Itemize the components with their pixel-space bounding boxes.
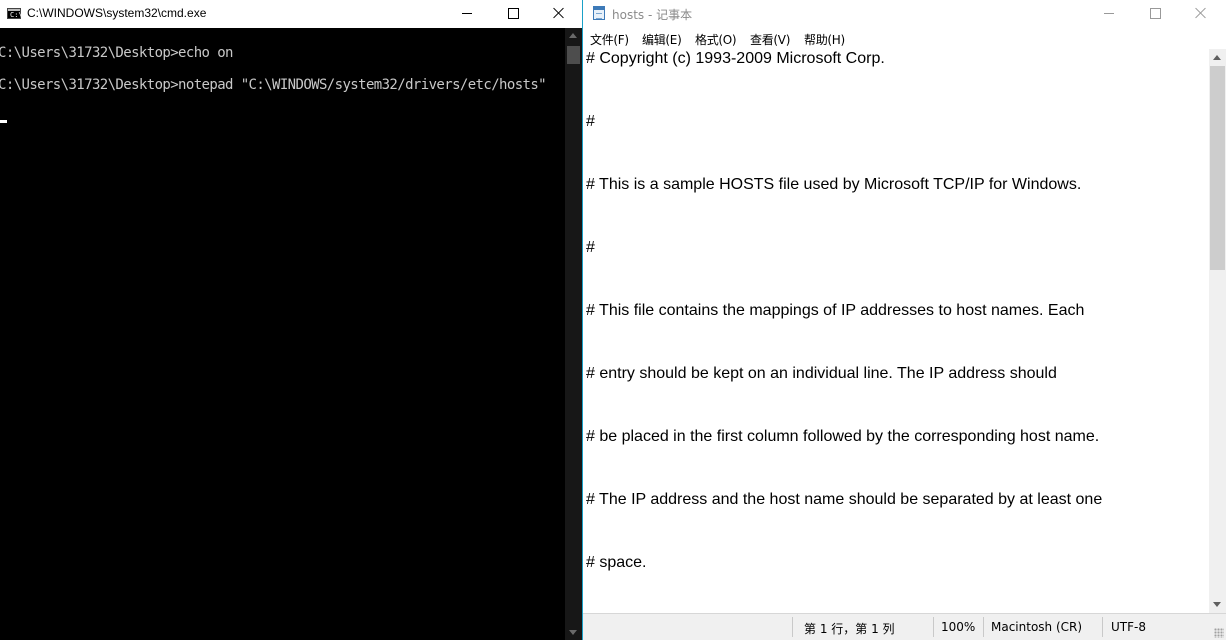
- cmd-console-output[interactable]: C:\Users\31732\Desktop>echo on C:\Users\…: [0, 28, 565, 640]
- cmd-maximize-button[interactable]: [490, 0, 536, 28]
- menu-format[interactable]: 格式(O): [695, 31, 737, 48]
- cmd-window[interactable]: C:\ C:\WINDOWS\system32\cmd.exe C:\Users…: [0, 0, 582, 640]
- status-line-ending: Macintosh (CR): [991, 620, 1083, 634]
- resize-grip-icon[interactable]: [1214, 628, 1224, 638]
- text-line: # This is a sample HOSTS file used by Mi…: [586, 176, 1082, 193]
- cmd-close-button[interactable]: [536, 0, 582, 28]
- console-line: C:\Users\31732\Desktop>notepad "C:\WINDO…: [0, 77, 547, 93]
- text-line: # be placed in the first column followed…: [586, 428, 1100, 445]
- text-line: #: [586, 113, 595, 130]
- text-line: # entry should be kept on an individual …: [586, 365, 1057, 382]
- scroll-down-icon[interactable]: [1213, 602, 1221, 607]
- statusbar-divider: [1102, 617, 1103, 637]
- text-line: # The IP address and the host name shoul…: [586, 491, 1103, 508]
- notepad-scroll-thumb[interactable]: [1210, 66, 1225, 270]
- notepad-minimize-button[interactable]: [1086, 0, 1132, 28]
- notepad-vertical-scrollbar[interactable]: [1209, 49, 1226, 613]
- notepad-statusbar: 第 1 行，第 1 列 100% Macintosh (CR) UTF-8: [583, 613, 1226, 640]
- cmd-titlebar[interactable]: C:\ C:\WINDOWS\system32\cmd.exe: [0, 0, 582, 28]
- text-line: # space.: [586, 554, 647, 571]
- text-line: # This file contains the mappings of IP …: [586, 302, 1085, 319]
- statusbar-divider: [933, 617, 934, 637]
- menu-view[interactable]: 查看(V): [750, 31, 790, 48]
- text-line: #: [586, 239, 595, 256]
- cmd-minimize-button[interactable]: [444, 0, 490, 28]
- status-cursor-position: 第 1 行，第 1 列: [804, 622, 895, 636]
- menu-file[interactable]: 文件(F): [590, 31, 629, 48]
- scroll-up-icon[interactable]: [1213, 55, 1221, 60]
- notepad-titlebar[interactable]: hosts - 记事本: [583, 0, 1226, 28]
- status-zoom: 100%: [941, 620, 976, 634]
- notepad-app-icon[interactable]: [593, 6, 605, 20]
- cmd-app-icon[interactable]: C:\: [7, 8, 23, 19]
- notepad-maximize-button[interactable]: [1132, 0, 1178, 28]
- menu-help[interactable]: 帮助(H): [804, 31, 845, 48]
- console-cursor: [0, 120, 7, 123]
- console-line: C:\Users\31732\Desktop>echo on: [0, 45, 233, 61]
- notepad-close-button[interactable]: [1178, 0, 1224, 28]
- cmd-app-icon-text: C:\: [10, 11, 23, 19]
- status-encoding: UTF-8: [1111, 620, 1146, 634]
- notepad-menubar: 文件(F) 编辑(E) 格式(O) 查看(V) 帮助(H): [583, 28, 1226, 48]
- menu-edit[interactable]: 编辑(E): [642, 31, 682, 48]
- notepad-text-area[interactable]: # Copyright (c) 1993-2009 Microsoft Corp…: [583, 49, 1209, 613]
- text-line: # Copyright (c) 1993-2009 Microsoft Corp…: [586, 50, 885, 67]
- scroll-up-icon[interactable]: [569, 33, 577, 38]
- cmd-vertical-scrollbar[interactable]: [565, 28, 582, 640]
- cmd-scroll-thumb[interactable]: [567, 46, 580, 64]
- statusbar-divider: [983, 617, 984, 637]
- notepad-window-title: hosts - 记事本: [612, 8, 693, 22]
- notepad-window[interactable]: hosts - 记事本 文件(F) 编辑(E) 格式(O) 查看(V) 帮助(H…: [583, 0, 1226, 640]
- scroll-down-icon[interactable]: [569, 630, 577, 635]
- cmd-window-title: C:\WINDOWS\system32\cmd.exe: [27, 6, 207, 20]
- statusbar-divider: [792, 617, 793, 637]
